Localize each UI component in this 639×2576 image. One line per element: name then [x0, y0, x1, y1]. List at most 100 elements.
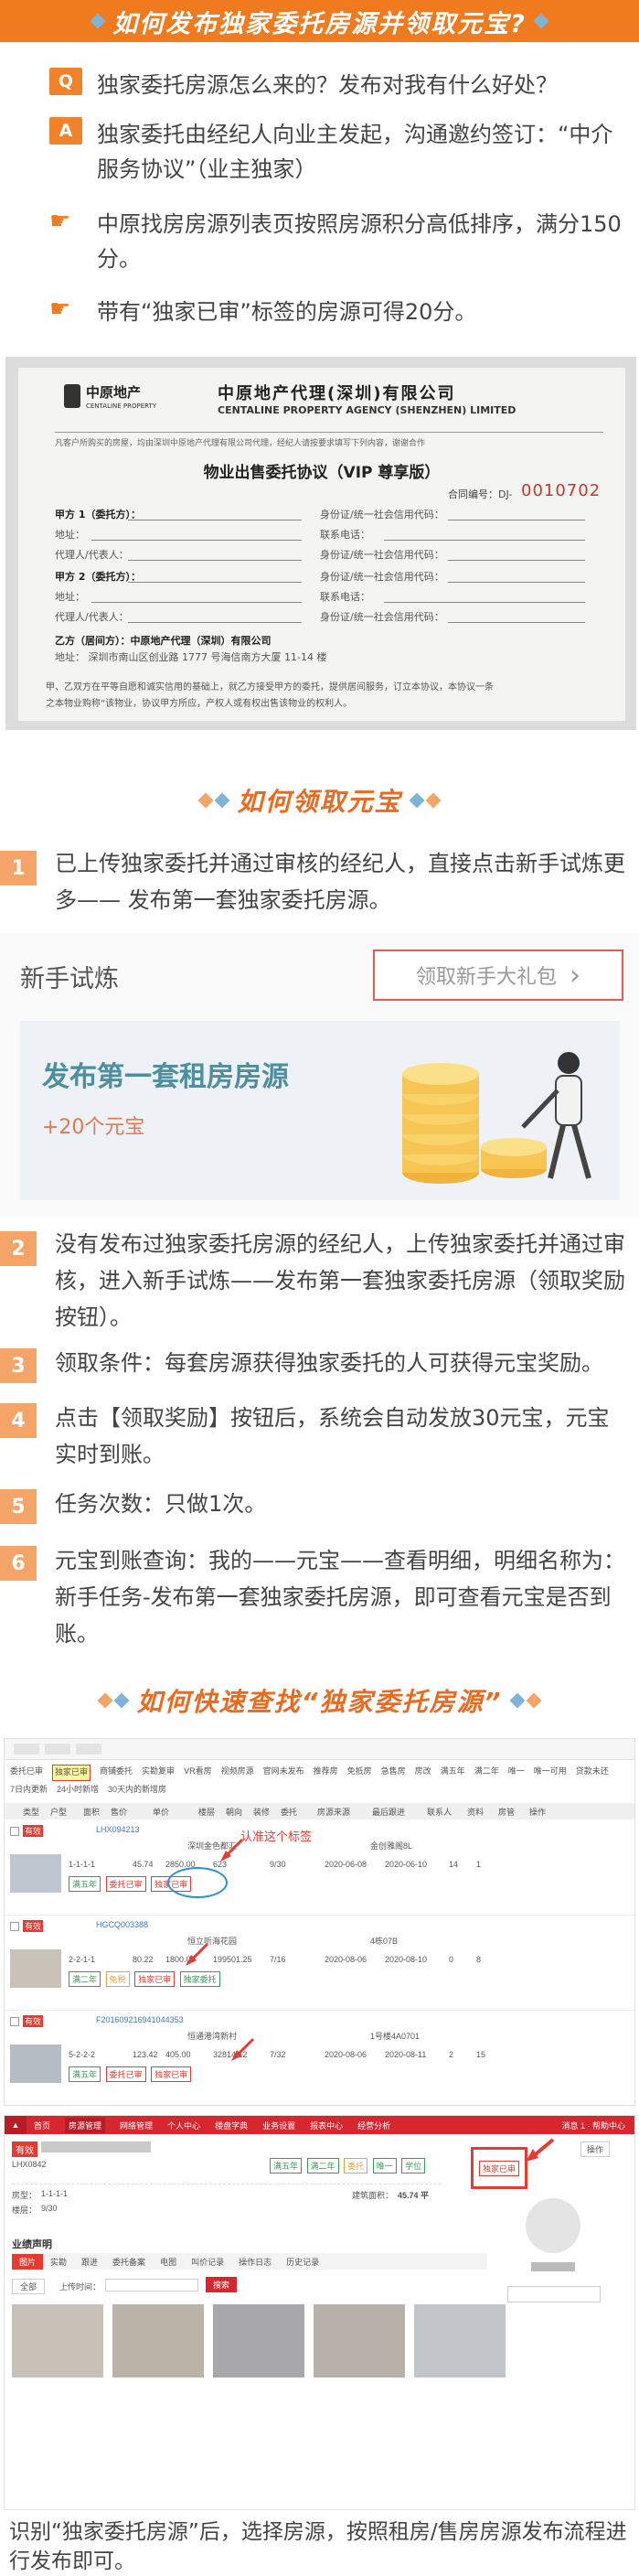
row-checkbox[interactable]: [10, 1922, 19, 1931]
area: 45.74 平: [398, 2191, 430, 2200]
filter-tab[interactable]: 委托已审: [10, 1765, 43, 1781]
filter-tab[interactable]: 官网未发布: [263, 1765, 304, 1781]
nav-item[interactable]: 首页: [34, 2120, 50, 2131]
diamond-icon: [97, 1692, 113, 1709]
listing-photo[interactable]: [12, 2304, 103, 2377]
table-header: 类型 户型 面积 售价 单价 楼层 朝向 装修 委托 房源来源 最后跟进 联系人…: [5, 1803, 634, 1819]
listing-code[interactable]: HGCQ003388: [96, 1920, 148, 1929]
filter-tab[interactable]: 视频房源: [221, 1765, 254, 1781]
filter-tab[interactable]: 24小时新增: [57, 1783, 99, 1798]
step-text: 已上传独家委托并通过审核的经纪人，直接点击新手试炼更多—— 发布第一套独家委托房…: [55, 851, 625, 913]
claim-gift-button[interactable]: 领取新手大礼包 ›: [373, 950, 623, 1001]
filter-tab[interactable]: 满二年: [474, 1765, 499, 1781]
tag-exclusive: 独家已审: [134, 1971, 176, 1987]
count: 0: [449, 1955, 454, 1964]
listing-photo[interactable]: [414, 2304, 506, 2377]
filter-tab[interactable]: 30天内的新增房: [108, 1783, 166, 1798]
tab[interactable]: 历史记录: [279, 2254, 326, 2270]
step-item: 3 领取条件：每套房源获得独家委托的人可获得元宝奖励。: [0, 1345, 639, 1385]
filter-select[interactable]: 全部: [12, 2279, 46, 2294]
listing-photo[interactable]: [213, 2304, 304, 2377]
toolbar-button[interactable]: [45, 1744, 70, 1755]
tag: 满二年: [306, 2158, 339, 2174]
column-header: 户型: [50, 1807, 68, 1817]
filter-tab[interactable]: 7日内更新: [10, 1783, 48, 1798]
listing-thumbnail[interactable]: [10, 1949, 61, 1988]
price: 405.00: [165, 2050, 191, 2059]
exclusive-tag-highlight: 独家已审: [471, 2147, 527, 2189]
nav-user-info[interactable]: 消息 1 · 帮助中心: [561, 2120, 625, 2131]
listing-code[interactable]: LHX094213: [96, 1825, 140, 1834]
listing-thumbnail[interactable]: [10, 1854, 61, 1893]
nav-item[interactable]: 业务设置: [262, 2120, 295, 2131]
table-row[interactable]: 有效 LHX094213 深圳金色都汇 金创雅阁8L 1-1-1-1 45.74…: [5, 1823, 634, 1916]
tab[interactable]: 操作日志: [231, 2254, 279, 2270]
nav-item[interactable]: 个人中心: [167, 2120, 200, 2131]
contract-clause: 之本物业购称“该物业，协议甲方所应，产权人或有权出售该物业的权利人。: [46, 699, 353, 709]
diamond-icon: [409, 792, 424, 809]
agent-contact-button[interactable]: [507, 2286, 601, 2302]
tab[interactable]: 叫价记录: [184, 2254, 231, 2270]
id-label: 身份证/统一社会信用代码：: [320, 611, 444, 623]
top-banner: 如何发布独家委托房源并领取元宝?: [0, 0, 639, 42]
red-arrow-icon: [220, 1838, 244, 1862]
listing-photo[interactable]: [314, 2304, 405, 2377]
table-row[interactable]: 有效 F201609216941044353 恒通港湾新村 1号楼4A0701 …: [5, 2013, 634, 2101]
table-row[interactable]: 有效 HGCQ003388 恒立听海花园 4栋07B 2-2-1-1 80.22…: [5, 1918, 634, 2011]
step-number: 3: [0, 1348, 37, 1383]
tab[interactable]: 电图: [153, 2254, 184, 2270]
listing-code[interactable]: F201609216941044353: [96, 2015, 184, 2024]
search-button[interactable]: 搜索: [206, 2277, 238, 2292]
nav-item[interactable]: 网络管理: [120, 2120, 153, 2131]
nav-item[interactable]: 经营分析: [357, 2120, 390, 2131]
tag-entrust: 委托已审: [105, 1876, 146, 1892]
operation-dropdown[interactable]: 操作: [580, 2141, 611, 2157]
tab[interactable]: 实勘: [43, 2254, 74, 2270]
step-number: 1: [0, 851, 37, 886]
filter-tab[interactable]: 免抵房: [347, 1765, 372, 1781]
toolbar-button[interactable]: [14, 1744, 39, 1755]
filter-tab[interactable]: 贷款未还: [576, 1765, 609, 1781]
point-row: ☛ 带有“独家已审”标签的房源可得20分。: [49, 295, 625, 329]
row-checkbox[interactable]: [10, 1827, 19, 1836]
coin-stack-illustration: [402, 1052, 591, 1184]
tab-active[interactable]: 图片: [12, 2253, 44, 2270]
listing-thumbnail[interactable]: [10, 2045, 61, 2083]
filter-tab[interactable]: 推荐房: [314, 1765, 338, 1781]
tag: 委托: [344, 2158, 368, 2174]
tag-exclusive: 独家已审: [478, 2160, 519, 2176]
filter-tab[interactable]: 唯一可用: [534, 1765, 567, 1781]
column-header: 楼层: [198, 1807, 216, 1817]
task-card[interactable]: 发布第一套租房房源 +20个元宝: [20, 1021, 620, 1200]
filter-tab[interactable]: 实勘复审: [142, 1765, 175, 1781]
filter-tab[interactable]: 商铺委托: [100, 1765, 133, 1781]
diamond-icon: [113, 1692, 130, 1709]
nav-item-active[interactable]: 房源管理: [65, 2117, 106, 2133]
nav-item[interactable]: 报表中心: [310, 2120, 343, 2131]
toolbar-button[interactable]: [76, 1744, 101, 1755]
column-header: 房管: [498, 1807, 516, 1817]
date: 2020-06-10: [385, 1860, 428, 1869]
point-row: ☛ 中原找房房源列表页按照房源积分高低排序，满分150分。: [49, 207, 625, 276]
building-name: 金创雅阁8L: [370, 1841, 413, 1851]
row-checkbox[interactable]: [10, 2017, 19, 2026]
contract-paper: 中原地产 CENTALINE PROPERTY 中原地产代理(深圳)有限公司 C…: [18, 368, 625, 721]
nav-item[interactable]: 楼盘字典: [215, 2120, 248, 2131]
column-header: 操作: [529, 1807, 547, 1817]
filter-tab[interactable]: 急售房: [381, 1765, 406, 1781]
filter-tab[interactable]: 唯一: [508, 1765, 525, 1781]
tab[interactable]: 跟进: [74, 2254, 105, 2270]
agent-label: 代理人/代表人：: [55, 549, 129, 561]
filter-tab[interactable]: VR看房: [184, 1765, 212, 1781]
date: 2020-08-10: [385, 1955, 428, 1964]
filter-tab[interactable]: 房改: [415, 1765, 431, 1781]
date: 2020-08-11: [385, 2050, 427, 2059]
filter-tab-exclusive[interactable]: 独家已审: [52, 1765, 91, 1781]
id-label: 身份证/统一社会信用代码：: [320, 509, 444, 521]
crm-detail-screenshot: ▲ 首页 房源管理 网络管理 个人中心 楼盘字典 业务设置 报表中心 经营分析 …: [4, 2115, 635, 2510]
upload-time-input[interactable]: [105, 2279, 198, 2292]
filter-tab[interactable]: 满五年: [441, 1765, 465, 1781]
column-header: 单价: [153, 1807, 170, 1817]
listing-photo[interactable]: [112, 2304, 204, 2377]
tab[interactable]: 委托备案: [105, 2254, 153, 2270]
